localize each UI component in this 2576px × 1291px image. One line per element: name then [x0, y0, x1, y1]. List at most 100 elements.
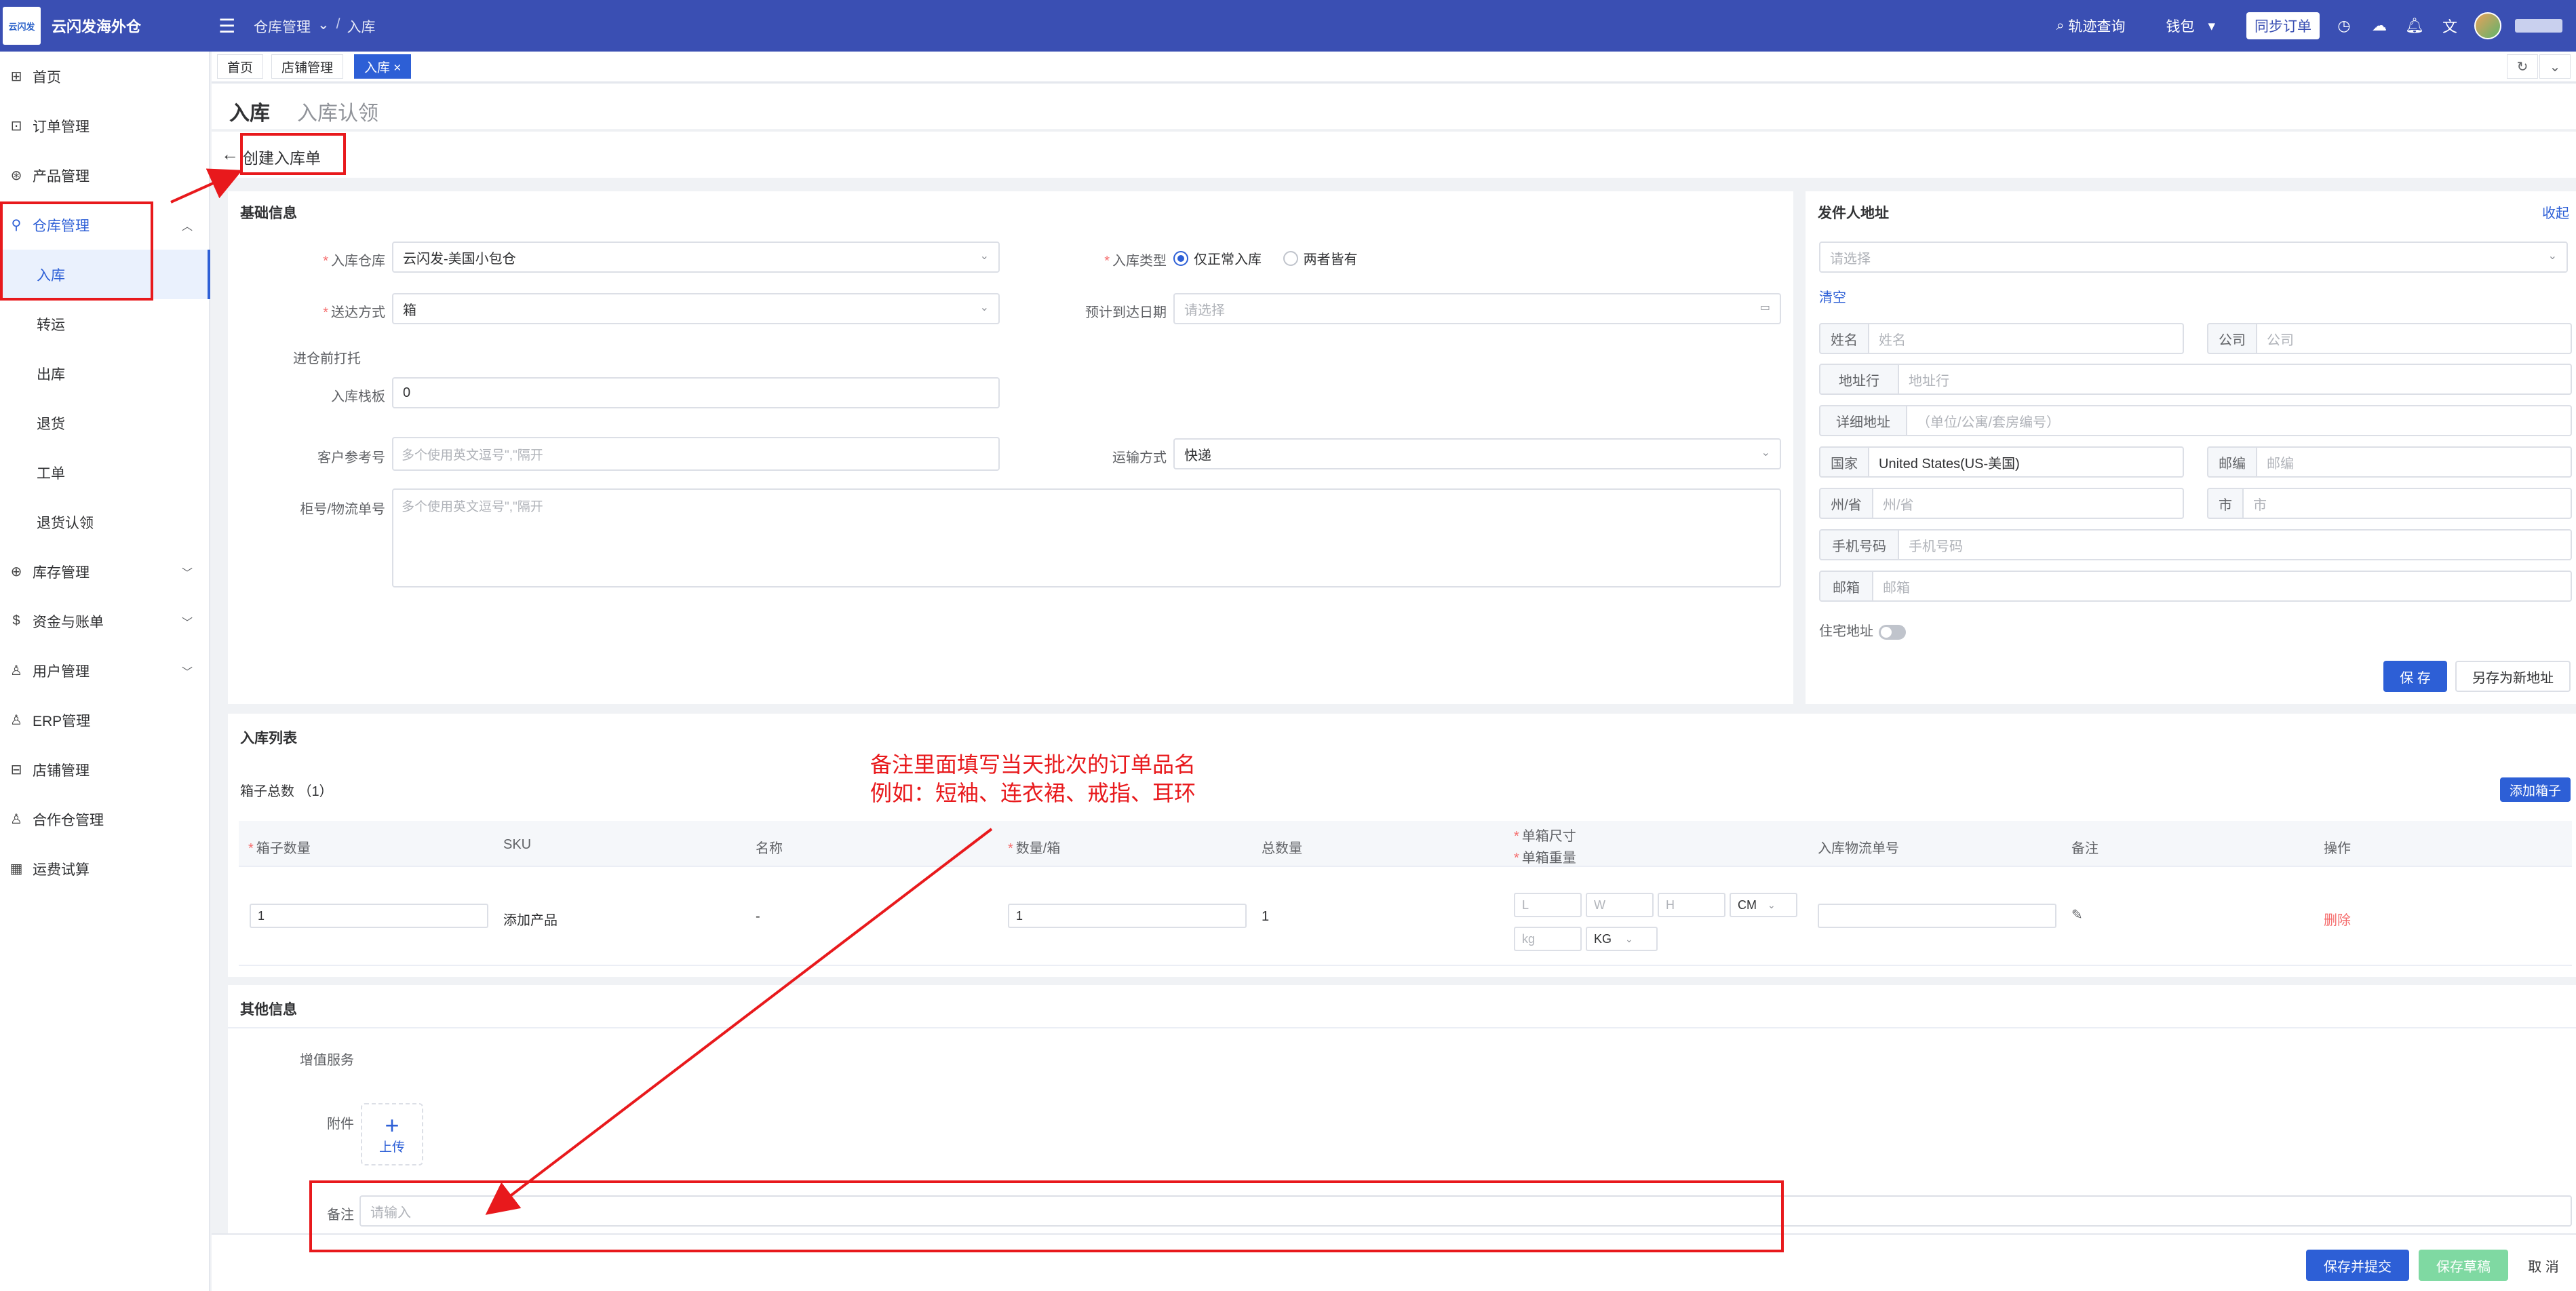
zip-input[interactable]: 邮编 [2257, 446, 2572, 478]
company-input[interactable]: 公司 [2257, 323, 2572, 354]
clock-icon[interactable]: ◷ [2333, 15, 2355, 37]
track-query-link[interactable]: ⌕ 轨迹查询 [2056, 16, 2126, 36]
sidebar-item-workorder[interactable]: 工单 [0, 448, 210, 497]
sidebar-item-home[interactable]: ⊞ 首页 [0, 52, 210, 101]
sidebar-item-transfer[interactable]: 转运 [0, 299, 210, 349]
delivery-select[interactable]: 箱 ⌄ [392, 293, 1000, 324]
save-submit-button[interactable]: 保存并提交 [2306, 1250, 2409, 1281]
detail-input[interactable]: （单位/公寓/套房编号） [1907, 405, 2572, 436]
sidebar-item-returns[interactable]: 退货 [0, 398, 210, 448]
header-actions: ⌕ 轨迹查询 钱包 ▾ 同步订单 ◷ ☁ 🔔︎ 文 [2056, 0, 2576, 52]
sidebar-item-inventory[interactable]: ⊕ 库存管理 ﹀ [0, 547, 210, 596]
name-input[interactable]: 姓名 [1869, 323, 2184, 354]
save-draft-button[interactable]: 保存草稿 [2419, 1250, 2508, 1281]
tab-home[interactable]: 首页 [217, 54, 264, 79]
sidebar-item-outbound[interactable]: 出库 [0, 349, 210, 398]
weight-input[interactable]: kg [1514, 927, 1582, 951]
warehouse-select[interactable]: 云闪发-美国小包仓 ⌄ [392, 242, 1000, 273]
page-tab-inbound[interactable]: 入库 [229, 96, 270, 126]
state-input[interactable]: 州/省 [1873, 488, 2184, 519]
sidebar-item-users[interactable]: ♙ 用户管理 ﹀ [0, 646, 210, 695]
country-select[interactable]: United States(US-美国) [1869, 446, 2184, 478]
table-row: 1 添加产品 - 1 1 L W H CM ⌄ kg KG ⌄ ✎ 删除 [239, 867, 2572, 966]
sidebar-item-products[interactable]: ⊛ 产品管理 [0, 151, 210, 200]
residential-toggle[interactable] [1879, 624, 1906, 640]
breadcrumb-item[interactable]: 仓库管理 [254, 16, 311, 37]
wallet-dropdown[interactable]: 钱包 ▾ [2166, 16, 2215, 36]
sidebar-item-label: 产品管理 [33, 168, 90, 185]
height-input[interactable]: H [1658, 893, 1725, 917]
ref-input[interactable]: 多个使用英文逗号","隔开 [392, 437, 1000, 471]
sidebar-item-label: 合作仓管理 [33, 812, 104, 828]
sidebar: ⊞ 首页 ⊡ 订单管理 ⊛ 产品管理 ⚲ 仓库管理 ︿ 入库 转运 出库 退货 工单 退货… [0, 52, 210, 1291]
city-input[interactable]: 市 [2244, 488, 2572, 519]
sub-header: ← 创建入库单 [212, 130, 2576, 178]
radio-both[interactable]: 两者皆有 [1283, 248, 1358, 268]
sidebar-item-label: 入库 [37, 267, 65, 284]
refresh-icon[interactable]: ↻ [2507, 54, 2538, 79]
sidebar-item-shipping-calc[interactable]: ▦ 运费试算 [0, 844, 210, 893]
box-qty-input[interactable]: 1 [250, 904, 488, 928]
delivery-label: * 送达方式 [323, 305, 385, 320]
save-address-button[interactable]: 保 存 [2383, 661, 2447, 692]
chevron-down-icon: ﹀ [181, 567, 193, 579]
sidebar-item-label: 运费试算 [33, 862, 90, 878]
cloud-upload-icon[interactable]: ☁ [2368, 15, 2390, 37]
page-tab-claim[interactable]: 入库认领 [297, 96, 378, 126]
chevron-down-icon[interactable]: ⌄ [2539, 54, 2571, 79]
email-label: 邮箱 [1819, 571, 1873, 602]
qty-per-box-input[interactable]: 1 [1008, 904, 1247, 928]
transport-select[interactable]: 快递 ⌄ [1173, 438, 1781, 469]
radio-normal-only[interactable]: 仅正常入库 [1173, 248, 1262, 268]
edit-note-icon[interactable]: ✎ [2071, 906, 2083, 923]
sync-orders-button[interactable]: 同步订单 [2246, 12, 2320, 39]
delete-link[interactable]: 删除 [2324, 909, 2351, 929]
length-input[interactable]: L [1514, 893, 1582, 917]
sidebar-item-orders[interactable]: ⊡ 订单管理 [0, 101, 210, 151]
sender-select[interactable]: 请选择 ⌄ [1819, 242, 2568, 273]
translate-icon[interactable]: 文 [2439, 15, 2461, 37]
warehouse-icon: ⚲ [11, 218, 22, 233]
remark-input[interactable]: 请输入 [359, 1195, 2572, 1227]
avatar[interactable] [2474, 12, 2501, 39]
type-label-text: 入库类型 [1112, 254, 1167, 269]
container-textarea[interactable]: 多个使用英文逗号","隔开 [392, 488, 1781, 587]
back-arrow-icon[interactable]: ← [221, 144, 239, 165]
sidebar-item-label: 资金与账单 [33, 614, 104, 630]
sidebar-item-inbound[interactable]: 入库 [0, 250, 210, 299]
address-input[interactable]: 地址行 [1899, 364, 2572, 395]
eta-label: 预计到达日期 [1085, 305, 1167, 320]
sender-select-placeholder: 请选择 [1830, 251, 1871, 267]
cancel-button[interactable]: 取 消 [2516, 1250, 2571, 1281]
sidebar-item-erp[interactable]: ♙ ERP管理 [0, 695, 210, 745]
save-new-address-button[interactable]: 另存为新地址 [2455, 661, 2571, 692]
type-label: * 入库类型 [1104, 254, 1167, 269]
tracking-input[interactable] [1818, 904, 2056, 928]
radio-dot [1283, 250, 1298, 266]
add-box-button[interactable]: 添加箱子 [2500, 777, 2571, 802]
tab-shop[interactable]: 店铺管理 [271, 54, 344, 79]
box-total: 箱子总数 （1） [240, 784, 333, 799]
sidebar-item-finance[interactable]: $ 资金与账单 ﹀ [0, 596, 210, 646]
eta-date-picker[interactable]: 请选择 ▭ [1173, 293, 1781, 324]
sidebar-item-shop[interactable]: ⊟ 店铺管理 [0, 745, 210, 794]
collapse-link[interactable]: 收起 [2542, 202, 2569, 222]
width-input[interactable]: W [1586, 893, 1654, 917]
clear-link[interactable]: 清空 [1819, 286, 1846, 306]
add-product-link[interactable]: 添加产品 [503, 909, 558, 929]
city-label: 市 [2207, 488, 2244, 519]
sidebar-item-partner[interactable]: ♙ 合作仓管理 [0, 794, 210, 844]
tab-inbound[interactable]: 入库 × [354, 54, 412, 79]
username-blur[interactable] [2515, 19, 2562, 33]
menu-toggle-icon[interactable]: ☰ [218, 15, 235, 37]
page-header: 入库 入库认领 [212, 84, 2576, 129]
bell-icon[interactable]: 🔔︎ [2404, 15, 2425, 37]
sidebar-item-warehouse[interactable]: ⚲ 仓库管理 ︿ [0, 200, 210, 250]
upload-button[interactable]: + 上传 [361, 1103, 423, 1165]
size-unit-select[interactable]: CM ⌄ [1730, 893, 1797, 917]
phone-input[interactable]: 手机号码 [1899, 529, 2572, 560]
pallet-input[interactable]: 0 [392, 377, 1000, 408]
sidebar-item-return-claim[interactable]: 退货认领 [0, 497, 210, 547]
email-input[interactable]: 邮箱 [1873, 571, 2572, 602]
weight-unit-select[interactable]: KG ⌄ [1586, 927, 1658, 951]
